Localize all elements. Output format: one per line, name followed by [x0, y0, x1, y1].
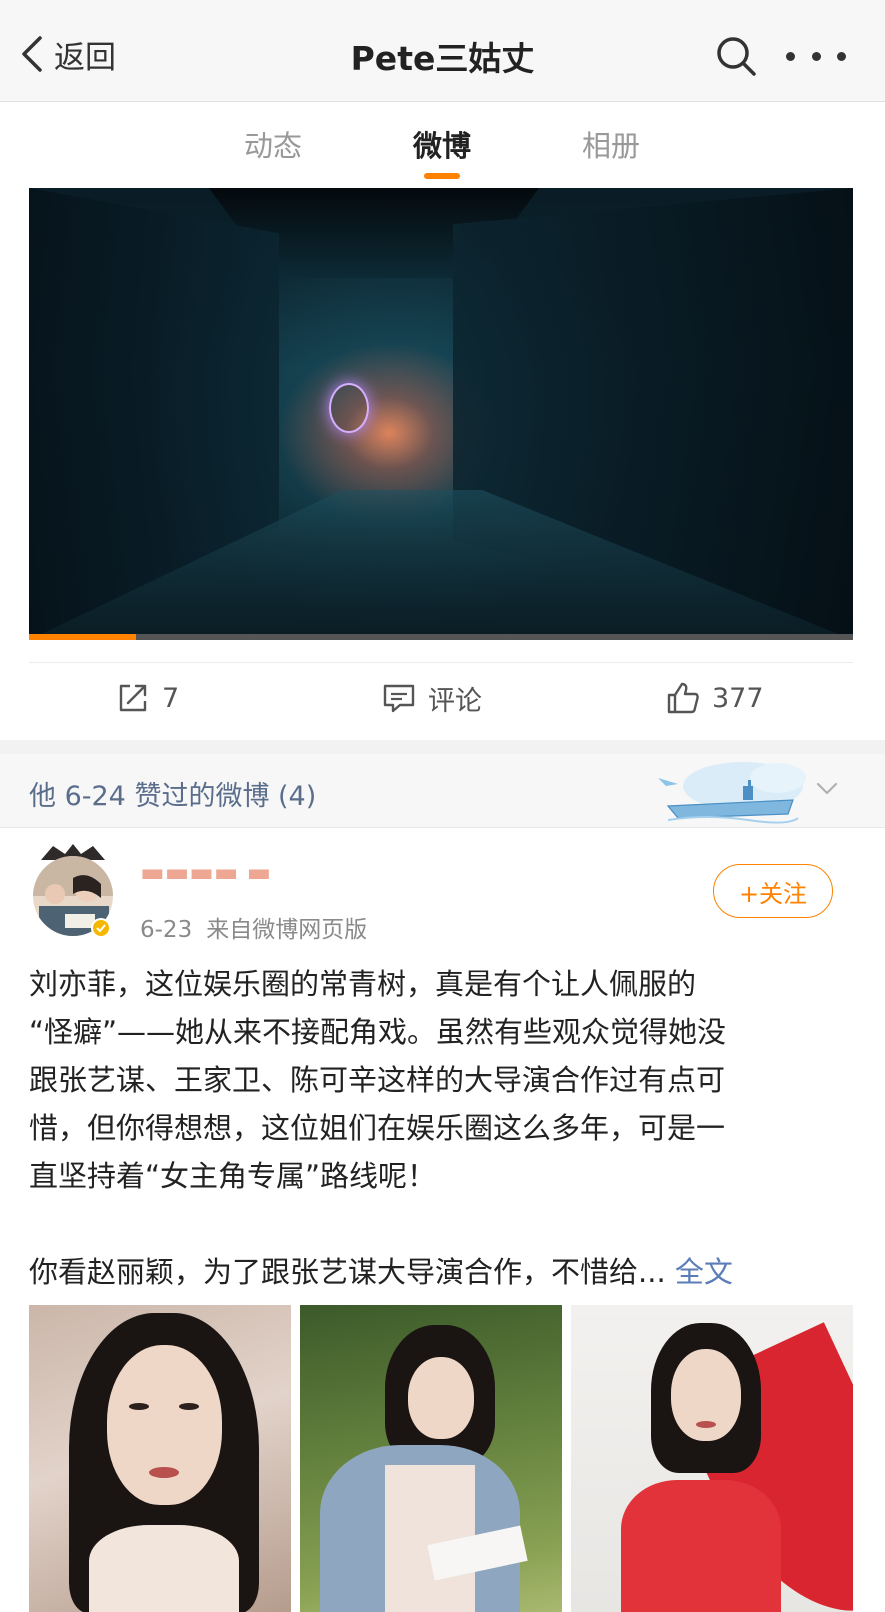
- photo-lips: [696, 1421, 716, 1428]
- chevron-down-icon[interactable]: [814, 776, 840, 802]
- post-text-line: 你看赵丽颖，为了跟张艺谋大导演合作，不惜给... 全文: [29, 1248, 829, 1296]
- active-tab-indicator: [424, 173, 460, 179]
- photo-face: [107, 1345, 222, 1505]
- aircraft-carrier-illustration: [658, 762, 806, 824]
- section-gap: [0, 740, 885, 754]
- comment-button[interactable]: 评论: [382, 675, 482, 721]
- post-text-line: “怪癖”——她从来不接配角戏。虽然有些观众觉得她没: [29, 1015, 727, 1049]
- post-meta: 6-23 来自微博网页版: [140, 910, 367, 944]
- post-text-line: 刘亦菲，这位娱乐圈的常青树，真是有个让人佩服的: [29, 967, 697, 1001]
- tab-weibo[interactable]: 微博: [382, 123, 502, 165]
- more-icon-dot: [811, 51, 821, 61]
- post-source: 来自微博网页版: [206, 917, 368, 943]
- comment-label: 评论: [428, 685, 482, 717]
- tab-dynamics[interactable]: 动态: [213, 123, 333, 165]
- post-text-line: 跟张艺谋、王家卫、陈可辛这样的大导演合作过有点可: [29, 1063, 726, 1097]
- post-text-line: 惜，但你得想想，这位姐们在娱乐圈这么多年，可是一: [29, 1111, 726, 1145]
- post-text-line: 直坚持着“女主角专属”路线呢！: [29, 1159, 437, 1193]
- post-date: 6-23: [140, 917, 193, 943]
- video-progress-fill: [29, 634, 137, 640]
- post-photo-grid: [29, 1305, 853, 1612]
- more-button[interactable]: [786, 36, 846, 76]
- repost-button[interactable]: 7: [116, 675, 179, 721]
- post-text-last-line: 你看赵丽颖，为了跟张艺谋大导演合作，不惜给...: [29, 1255, 666, 1289]
- photo-eye: [129, 1403, 149, 1410]
- video-frame-glow: [329, 383, 369, 433]
- post-photo[interactable]: [300, 1305, 562, 1612]
- repost-icon: [119, 684, 147, 712]
- follow-button[interactable]: +关注: [713, 864, 833, 918]
- full-text-link[interactable]: 全文: [675, 1255, 733, 1289]
- search-button[interactable]: [712, 32, 760, 80]
- more-icon-dot: [837, 51, 846, 61]
- post-photo[interactable]: [29, 1305, 291, 1612]
- video-player[interactable]: [29, 188, 853, 640]
- photo-red-dress: [621, 1480, 781, 1612]
- thumbs-up-icon: [667, 682, 699, 714]
- repost-count: 7: [162, 682, 180, 714]
- liked-posts-title: 他 6-24 赞过的微博 (4): [29, 781, 317, 812]
- like-count: 377: [712, 682, 764, 714]
- post-text: 刘亦菲，这位娱乐圈的常青树，真是有个让人佩服的 “怪癖”——她从来不接配角戏。虽…: [29, 960, 829, 1296]
- post-action-bar: 7 评论 377: [0, 663, 885, 735]
- search-icon: [717, 37, 756, 76]
- photo-shoulders: [89, 1525, 239, 1612]
- avatar[interactable]: [29, 840, 117, 940]
- more-icon-dot: [786, 51, 795, 61]
- liked-posts-header[interactable]: 他 6-24 赞过的微博 (4): [0, 754, 885, 828]
- profile-tabs: 动态 微博 相册: [0, 103, 885, 185]
- tab-album[interactable]: 相册: [551, 123, 671, 165]
- photo-eye: [179, 1403, 199, 1410]
- comment-icon: [383, 684, 415, 713]
- photo-lips: [149, 1467, 179, 1478]
- post-username-blurred[interactable]: ▬▬▬▬ ▬: [140, 858, 271, 888]
- navigation-bar: 返回 Pete三姑丈: [0, 0, 885, 102]
- like-button[interactable]: 377: [666, 675, 764, 721]
- video-progress-track[interactable]: [29, 634, 853, 640]
- post-photo[interactable]: [571, 1305, 853, 1612]
- paragraph-break: [29, 1200, 829, 1248]
- photo-face: [408, 1357, 474, 1439]
